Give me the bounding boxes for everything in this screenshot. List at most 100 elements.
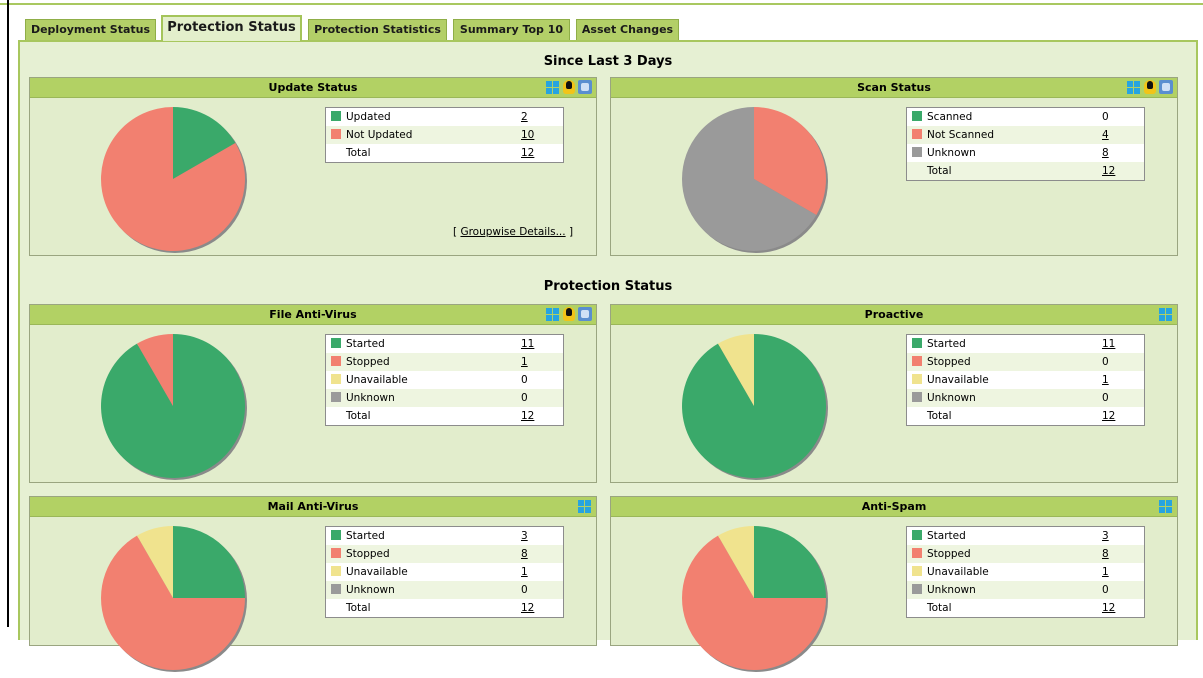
panel-anti-spam: Anti-Spam Started 3 Stopped 8 Unavailable 1 Unk…	[610, 496, 1178, 672]
legend-swatch	[331, 548, 341, 558]
legend-value-link[interactable]: 11	[521, 338, 534, 350]
pie-chart	[681, 333, 831, 486]
legend-value-link[interactable]: 1	[1102, 566, 1109, 578]
total-value-link[interactable]: 12	[521, 410, 534, 422]
legend-table: Started 11 Stopped 0 Unavailable 1 Unknown 0 Tot…	[906, 334, 1145, 426]
tab-deployment-status[interactable]: Deployment Status	[25, 19, 156, 40]
total-value-link[interactable]: 12	[521, 602, 534, 614]
legend-label: Updated	[346, 111, 391, 123]
windows-icon	[1127, 81, 1141, 95]
legend-swatch	[331, 584, 341, 594]
legend-value: 0	[521, 392, 528, 404]
pie-chart	[100, 106, 250, 259]
legend-total-row: Total 12	[907, 407, 1145, 426]
panel-header: Mail Anti-Virus	[30, 497, 596, 517]
legend-row: Unavailable 0	[326, 371, 564, 389]
pie-slice-started	[101, 334, 246, 478]
windows-icon	[546, 308, 560, 322]
legend-row: Unavailable 1	[326, 563, 564, 581]
groupwise-details-link[interactable]: Groupwise Details...	[460, 226, 565, 238]
tab-summary-top-10[interactable]: Summary Top 10	[453, 19, 570, 40]
panel-scan-status: Scan Status Scanned 0 Not Scanned 4 Unknown 8 T…	[610, 77, 1178, 256]
legend-swatch	[331, 129, 341, 139]
legend-value-link[interactable]: 8	[1102, 147, 1109, 159]
panel-header: Anti-Spam	[611, 497, 1177, 517]
legend-table: Started 11 Stopped 1 Unavailable 0 Unknown 0 Tot…	[325, 334, 564, 426]
legend-row: Unavailable 1	[907, 371, 1145, 389]
os-icons	[1159, 307, 1173, 322]
panel-title: File Anti-Virus	[269, 308, 357, 321]
legend-value: 0	[521, 374, 528, 386]
pie-svg	[100, 526, 247, 672]
legend-value-link[interactable]: 11	[1102, 338, 1115, 350]
pie-svg	[100, 107, 247, 253]
legend-value-link[interactable]: 4	[1102, 129, 1109, 141]
legend-value: 0	[1102, 584, 1109, 596]
pie-slice-started	[173, 526, 245, 598]
legend-value: 0	[1102, 392, 1109, 404]
legend-row: Started 11	[326, 335, 564, 354]
legend-swatch	[912, 530, 922, 540]
legend-value-link[interactable]: 3	[1102, 530, 1109, 542]
pie-chart	[100, 333, 250, 486]
legend-value-link[interactable]: 8	[521, 548, 528, 560]
panel-header: Scan Status	[611, 78, 1177, 98]
total-label: Total	[346, 602, 371, 614]
details-bracket-open: [	[453, 226, 458, 238]
pie-slice-started	[754, 526, 826, 598]
pie-svg	[681, 107, 828, 253]
legend-label: Unavailable	[346, 566, 408, 578]
left-border	[7, 0, 9, 627]
total-value-link[interactable]: 12	[1102, 410, 1115, 422]
legend-row: Stopped 8	[906, 545, 1145, 563]
legend-value-link[interactable]: 10	[521, 129, 534, 141]
legend-swatch	[331, 338, 341, 348]
legend-value-link[interactable]: 2	[521, 111, 528, 123]
tab-asset-changes[interactable]: Asset Changes	[576, 19, 679, 40]
linux-icon	[563, 307, 575, 321]
panel-proactive: Proactive Started 11 Stopped 0 Unavailable 1 Un…	[610, 304, 1178, 483]
total-label: Total	[346, 147, 371, 159]
details-bracket-close: ]	[568, 226, 574, 238]
tab-protection-statistics[interactable]: Protection Statistics	[308, 19, 447, 40]
panel-mail-anti-virus: Mail Anti-Virus Started 3 Stopped 8 Unavailab…	[29, 496, 597, 672]
total-value-link[interactable]: 12	[1102, 602, 1115, 614]
total-label: Total	[346, 410, 371, 422]
windows-icon	[1159, 500, 1173, 514]
panel-header: File Anti-Virus	[30, 305, 596, 325]
legend-row: Unknown 0	[325, 581, 564, 599]
legend-label: Unknown	[346, 584, 395, 596]
legend-swatch	[331, 530, 341, 540]
total-label: Total	[927, 602, 952, 614]
legend-total-row: Total 12	[326, 144, 564, 163]
pie-svg	[682, 334, 828, 480]
legend-value-link[interactable]: 1	[521, 566, 528, 578]
os-icons	[1127, 80, 1173, 95]
legend-row: Not Updated 10	[325, 126, 564, 144]
legend-label: Stopped	[927, 356, 971, 368]
linux-icon	[1144, 80, 1156, 94]
legend-value-link[interactable]: 1	[521, 356, 528, 368]
dashboard-content: Since Last 3 Days Protection Status Upda…	[18, 40, 1198, 672]
panel-header: Update Status	[30, 78, 596, 98]
total-value-link[interactable]: 12	[1102, 165, 1115, 177]
legend-label: Started	[346, 530, 385, 542]
legend-value-link[interactable]: 3	[521, 530, 528, 542]
legend-table: Started 3 Stopped 8 Unavailable 1 Unknown 0 Tota…	[906, 526, 1145, 618]
total-value-link[interactable]: 12	[521, 147, 534, 159]
legend-value-link[interactable]: 8	[1102, 548, 1109, 560]
legend-label: Unavailable	[927, 566, 989, 578]
legend-label: Unknown	[927, 584, 976, 596]
tab-protection-status[interactable]: Protection Status	[161, 15, 302, 41]
panel-title: Anti-Spam	[861, 500, 927, 513]
legend-total-row: Total 12	[906, 162, 1145, 181]
legend-row: Started 11	[907, 335, 1145, 354]
legend-swatch	[912, 111, 922, 121]
legend-swatch	[912, 548, 922, 558]
mac-icon	[578, 80, 592, 94]
legend-label: Stopped	[927, 548, 971, 560]
legend-label: Not Updated	[346, 129, 413, 141]
legend-value-link[interactable]: 1	[1102, 374, 1109, 386]
linux-icon	[563, 80, 575, 94]
legend-value: 0	[1102, 356, 1109, 368]
